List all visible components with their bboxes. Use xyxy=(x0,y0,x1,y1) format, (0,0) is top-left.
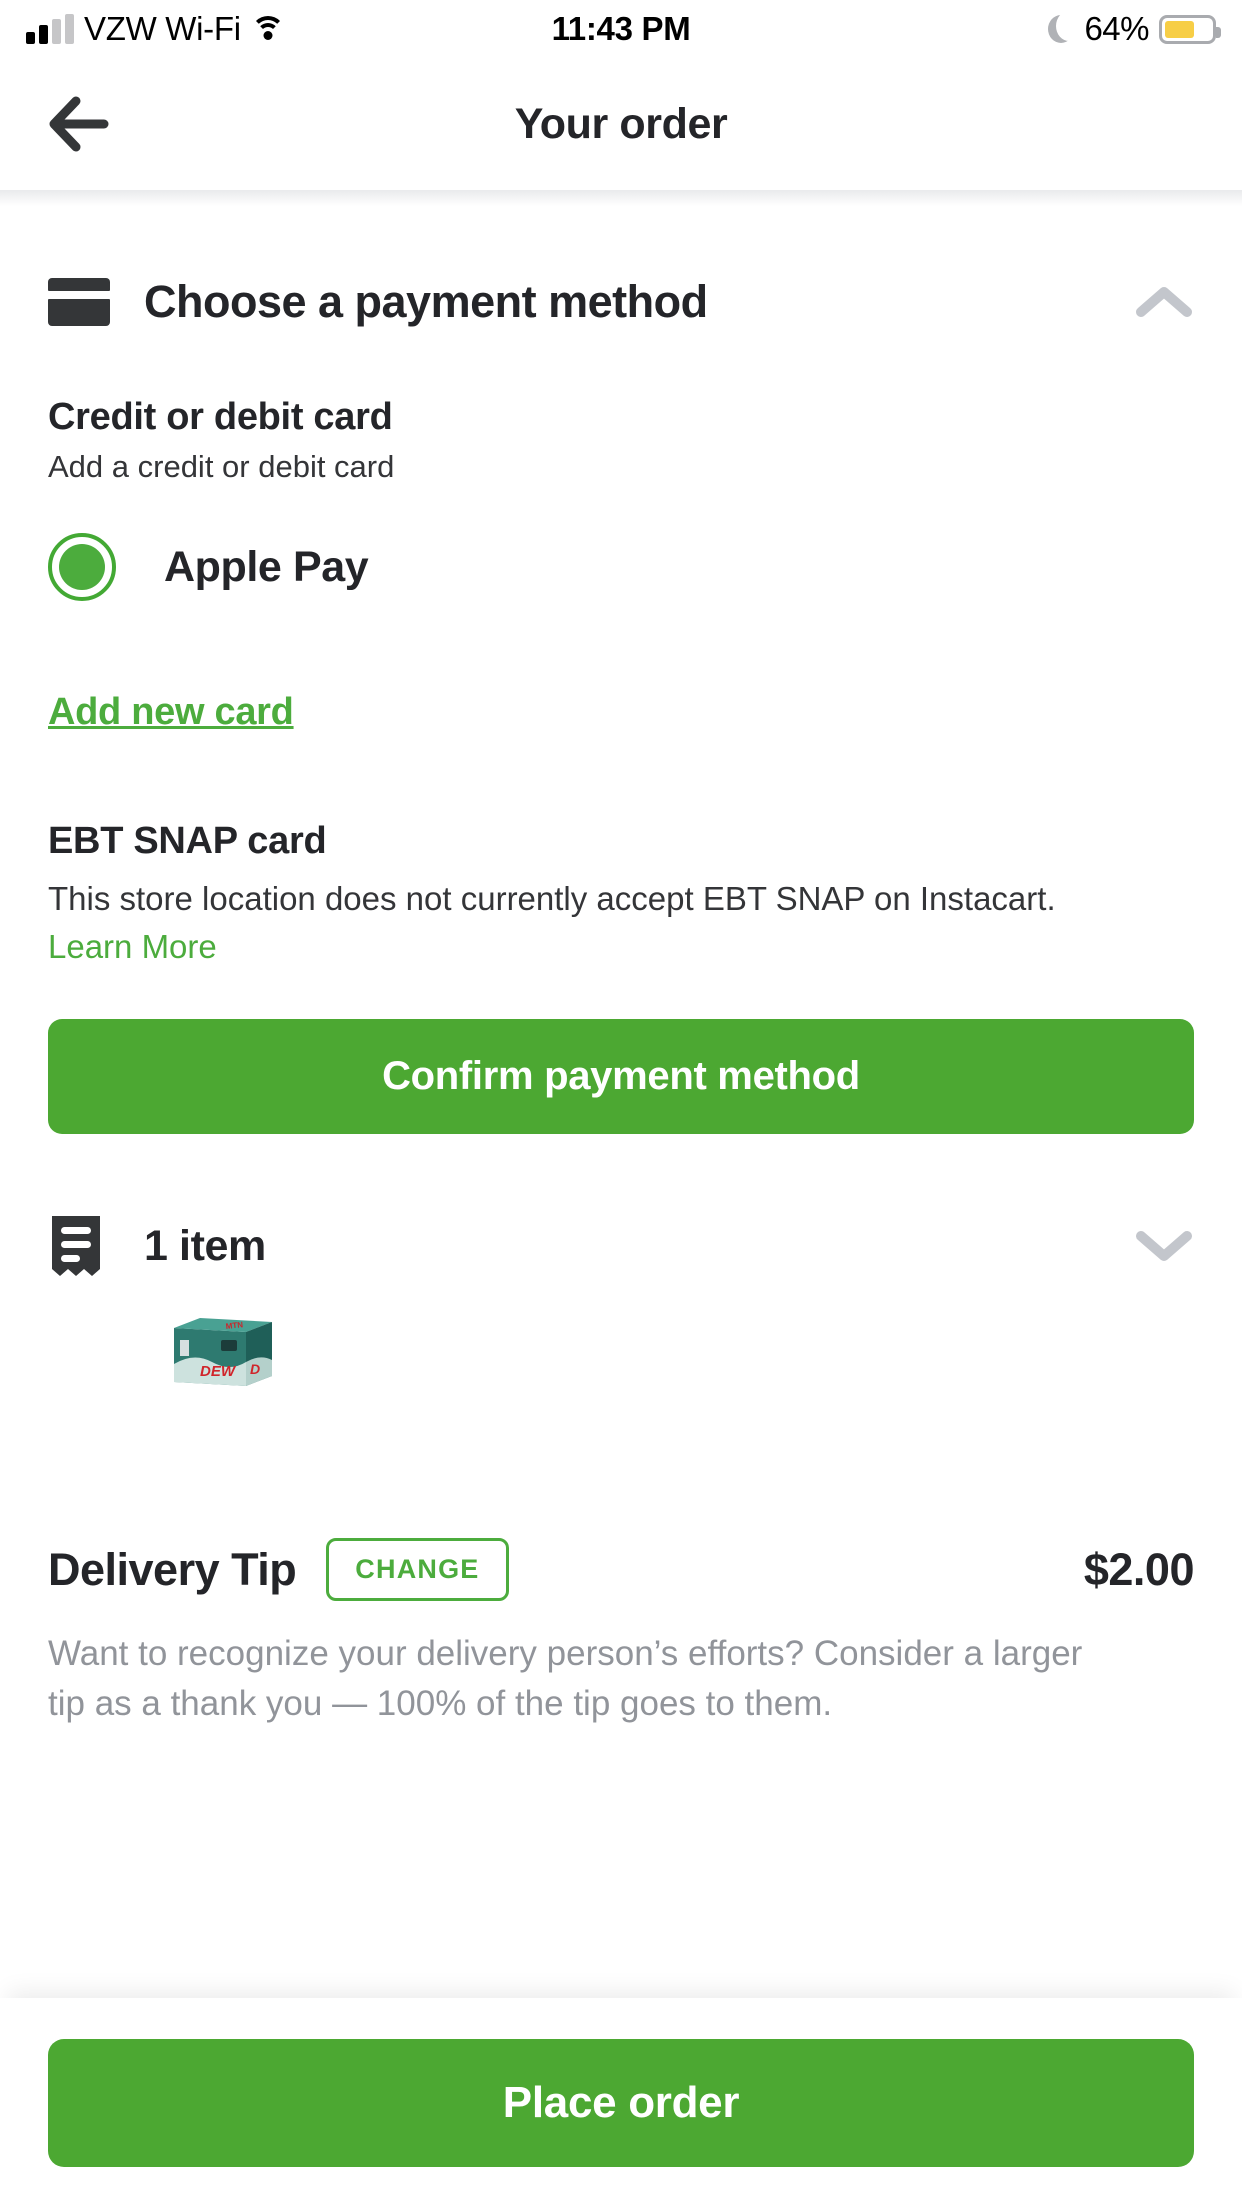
chevron-up-icon[interactable] xyxy=(1134,272,1194,332)
svg-text:DEW: DEW xyxy=(200,1363,237,1380)
payment-option-apple-pay[interactable]: Apple Pay xyxy=(48,533,1194,601)
items-section-header[interactable]: 1 item xyxy=(48,1186,1194,1306)
credit-card-icon xyxy=(48,278,110,326)
status-bar: VZW Wi-Fi 11:43 PM 64% xyxy=(0,0,1242,58)
add-new-card-link[interactable]: Add new card xyxy=(48,691,294,734)
carrier-label: VZW Wi-Fi xyxy=(84,10,241,47)
change-tip-button[interactable]: CHANGE xyxy=(326,1538,509,1602)
item-thumbnail-list: DEW D MTN xyxy=(48,1312,1194,1390)
confirm-payment-method-button[interactable]: Confirm payment method xyxy=(48,1019,1194,1135)
credit-card-title: Credit or debit card xyxy=(48,396,393,438)
svg-text:MTN: MTN xyxy=(225,1321,243,1332)
learn-more-link[interactable]: Learn More xyxy=(48,928,217,965)
delivery-tip-label: Delivery Tip xyxy=(48,1543,297,1595)
item-count-label: 1 item xyxy=(144,1221,266,1270)
ebt-title: EBT SNAP card xyxy=(48,820,327,862)
payment-section-header[interactable]: Choose a payment method xyxy=(48,242,1194,362)
main-content: Choose a payment method Credit or debit … xyxy=(0,242,1242,1729)
app-screen: VZW Wi-Fi 11:43 PM 64% Your order Choose… xyxy=(0,0,1242,2208)
chevron-down-icon[interactable] xyxy=(1134,1216,1194,1276)
place-order-button[interactable]: Place order xyxy=(48,2039,1194,2167)
credit-card-subtitle: Add a credit or debit card xyxy=(48,449,395,484)
delivery-tip-row: Delivery Tip CHANGE $2.00 xyxy=(48,1538,1195,1602)
delivery-tip-description: Want to recognize your delivery person’s… xyxy=(48,1634,1083,1724)
arrow-left-icon xyxy=(49,96,109,152)
radio-button-selected[interactable] xyxy=(48,533,116,601)
header-shadow xyxy=(0,190,1242,206)
item-thumbnail-mountain-dew[interactable]: DEW D MTN xyxy=(166,1312,276,1390)
bottom-action-bar: Place order xyxy=(0,1998,1242,2208)
svg-text:D: D xyxy=(250,1361,260,1377)
receipt-icon xyxy=(48,1214,104,1278)
battery-icon xyxy=(1159,14,1221,44)
ebt-description: This store location does not currently a… xyxy=(48,875,1068,971)
back-button[interactable] xyxy=(42,88,114,160)
navigation-bar: Your order xyxy=(0,58,1242,190)
page-title: Your order xyxy=(514,99,728,148)
payment-option-label: Apple Pay xyxy=(164,542,369,591)
do-not-disturb-moon-icon xyxy=(1048,11,1083,43)
ebt-description-text: This store location does not currently a… xyxy=(48,880,1056,917)
wifi-icon xyxy=(250,16,285,42)
status-bar-right: 64% xyxy=(1048,10,1221,48)
battery-percent-label: 64% xyxy=(1084,10,1149,47)
delivery-tip-amount: $2.00 xyxy=(1083,1543,1195,1595)
status-bar-left: VZW Wi-Fi xyxy=(26,10,285,48)
cellular-signal-icon xyxy=(26,14,74,44)
payment-section-title: Choose a payment method xyxy=(144,276,708,327)
